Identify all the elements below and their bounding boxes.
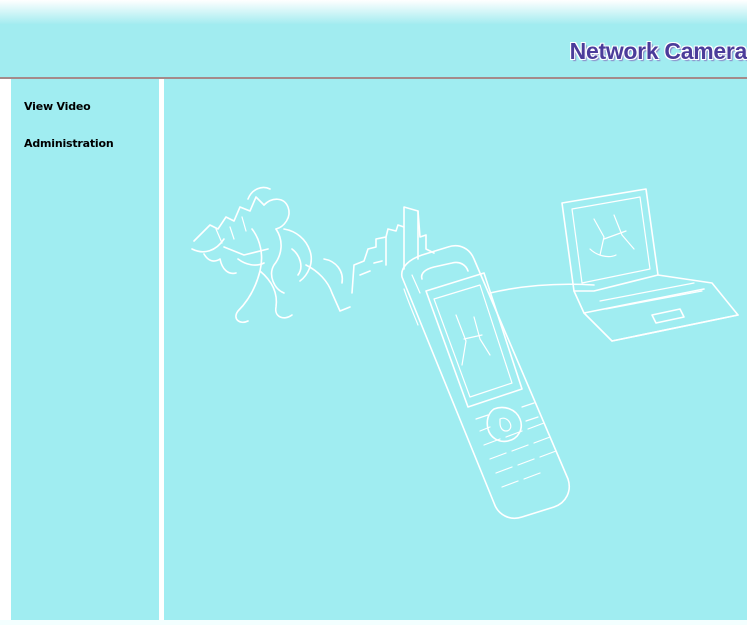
page-title: Network Camera [569, 38, 747, 64]
laptop-sketch [561, 188, 739, 342]
sidebar-item-administration[interactable]: Administration [24, 137, 114, 150]
left-margin [0, 79, 11, 625]
people-sketch [191, 186, 351, 324]
sidebar [11, 79, 159, 625]
main-content [164, 79, 747, 625]
mobile-phone-sketch [400, 244, 570, 519]
footer-strip [0, 620, 747, 625]
network-illustration [191, 186, 739, 519]
sidebar-item-view-video[interactable]: View Video [24, 100, 91, 113]
header-top-strip [0, 0, 747, 24]
city-skyline-sketch [351, 206, 435, 294]
